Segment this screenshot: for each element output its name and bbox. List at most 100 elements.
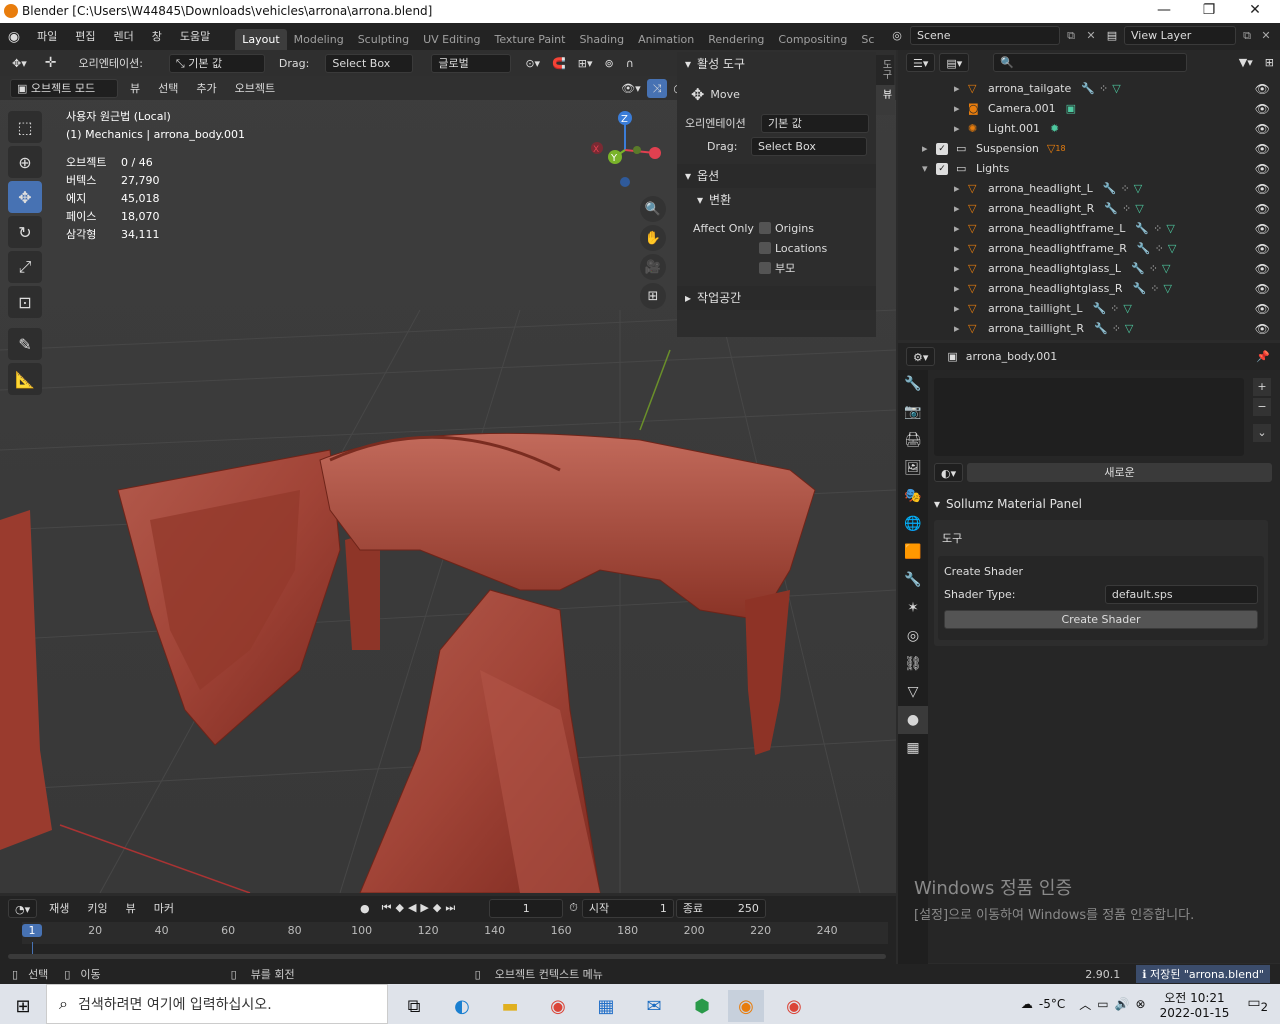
modifier-icon[interactable]: 🔧 — [1133, 279, 1147, 299]
menu-item[interactable]: 렌더 — [105, 23, 143, 50]
outliner-row[interactable]: ▸ ◙ Camera.001 ▣ 👁 — [898, 99, 1280, 119]
vertex-groups-icon[interactable]: ⁘ — [1155, 239, 1164, 259]
expand-arrow-icon[interactable]: ▸ — [954, 319, 968, 339]
rotate-icon[interactable]: ↻ — [8, 216, 42, 248]
transform-orientation-select[interactable]: 글로벌 — [431, 53, 512, 73]
snap-target-icon[interactable]: ⊞▾ — [572, 54, 599, 73]
mesh-data-icon[interactable]: ▽ — [1168, 239, 1176, 259]
modifier-icon[interactable]: 🔧 — [1094, 319, 1108, 339]
eye-icon[interactable]: 👁 — [1255, 299, 1270, 319]
close-button[interactable]: ✕ — [1232, 2, 1278, 18]
mute-icon[interactable]: ⊗ — [1136, 997, 1146, 1011]
expand-arrow-icon[interactable]: ▸ — [954, 239, 968, 259]
view-layer-selector[interactable]: View Layer — [1124, 26, 1236, 45]
annotate-icon[interactable]: ✎ — [8, 328, 42, 360]
render-icon[interactable]: 📷 — [898, 398, 928, 426]
edge-icon[interactable]: ◐ — [444, 990, 480, 1022]
tool-icon[interactable]: 🔧 — [898, 370, 928, 398]
cursor-icon[interactable]: ⊕ — [8, 146, 42, 178]
timeline-menu-item[interactable]: 재생 — [43, 899, 75, 918]
new-collection-icon[interactable]: ⊞ — [1259, 53, 1280, 72]
orientation-select[interactable]: ⤡ 기본 값 — [168, 53, 265, 73]
vertex-groups-icon[interactable]: ⁘ — [1112, 319, 1121, 339]
mesh-data-icon[interactable]: ▽ — [1166, 219, 1174, 239]
active-tool-header[interactable]: ▾ 활성 도구 — [677, 52, 876, 76]
move-tool-row[interactable]: ✥ Move — [677, 76, 876, 112]
drag-select[interactable]: Select Box — [325, 53, 414, 73]
locations-checkbox[interactable] — [759, 242, 771, 254]
task-view-icon[interactable]: ⧉ — [396, 990, 432, 1022]
blender-taskbar-icon[interactable]: ◉ — [728, 990, 764, 1022]
expand-arrow-icon[interactable]: ▸ — [954, 259, 968, 279]
scene-selector[interactable]: Scene — [910, 26, 1060, 45]
expand-arrow-icon[interactable]: ▸ — [954, 99, 968, 119]
proportional-edit-icon[interactable]: ⊚ — [599, 54, 620, 73]
gizmo-icon[interactable]: ⤨ — [646, 78, 668, 98]
expand-arrow-icon[interactable]: ▸ — [954, 199, 968, 219]
blender-menu-icon[interactable]: ◉ — [0, 29, 28, 45]
menu-item[interactable]: 창 — [143, 23, 171, 50]
mesh-data-icon[interactable]: ▽ — [1123, 299, 1131, 319]
timeline-menu-item[interactable]: 키잉 — [81, 899, 113, 918]
vertex-groups-icon[interactable]: ⁘ — [1120, 179, 1129, 199]
new-material-button[interactable]: 새로운 — [967, 462, 1272, 482]
keyframe-dot-icon[interactable]: ● — [360, 902, 370, 915]
grid-icon[interactable]: ⊞ — [640, 283, 666, 309]
outliner-row[interactable]: ▸ ▽ arrona_headlightglass_L 🔧 ⁘ ▽ 👁 — [898, 259, 1280, 279]
timeline-scrollbar[interactable] — [8, 954, 886, 959]
taskbar-search[interactable]: ⌕ 검색하려면 여기에 입력하십시오. — [46, 984, 388, 1024]
vertex-groups-icon[interactable]: ⁘ — [1122, 199, 1131, 219]
stopwatch-icon[interactable]: ⏱ — [569, 901, 578, 915]
pan-hand-icon[interactable]: ✋ — [640, 225, 666, 251]
material-browse-icon[interactable]: ◐▾ — [934, 462, 964, 482]
tool-mode-icon[interactable]: ✥▾ — [6, 54, 33, 73]
expand-arrow-icon[interactable]: ▸ — [954, 279, 968, 299]
copy-icon[interactable]: ⧉ — [1060, 29, 1082, 43]
view-layer-icon[interactable]: ▤ — [1100, 29, 1124, 42]
modifier-icon[interactable]: 🔧 — [1104, 199, 1118, 219]
tab-view[interactable]: 뷰 — [876, 85, 895, 115]
viewport-menu-item[interactable]: 오브젝트 — [229, 79, 281, 98]
scene-icon[interactable]: ◎ — [884, 29, 910, 42]
timeline-menu-item[interactable]: 뷰 — [120, 899, 142, 918]
maximize-button[interactable]: ❐ — [1186, 2, 1232, 18]
tab-workspace[interactable]: Animation — [631, 29, 701, 50]
expand-arrow-icon[interactable]: ▸ — [922, 139, 936, 159]
playhead-line[interactable] — [32, 942, 33, 954]
tab-workspace[interactable]: Modeling — [287, 29, 351, 50]
current-frame-field[interactable]: 1 — [489, 898, 564, 918]
clock[interactable]: 오전 10:21 2022-01-15 — [1160, 989, 1230, 1020]
modifier-icon[interactable]: 🔧 — [1137, 239, 1151, 259]
chrome-icon[interactable]: ◉ — [776, 990, 812, 1022]
eye-icon[interactable]: 👁 — [1255, 239, 1270, 259]
eye-icon[interactable]: 👁 — [1255, 99, 1270, 119]
tab-workspace[interactable]: Texture Paint — [487, 29, 572, 50]
eye-icon[interactable]: 👁 — [1255, 219, 1270, 239]
mesh-data-icon[interactable]: ▽ — [1162, 259, 1170, 279]
outliner-row[interactable]: ▸ ▽ arrona_tailgate 🔧 ⁘ ▽ 👁 — [898, 79, 1280, 99]
expand-arrow-icon[interactable]: ▸ — [954, 299, 968, 319]
collection-checkbox[interactable]: ✓ — [936, 163, 948, 175]
shader-type-select[interactable]: default.sps — [1104, 584, 1258, 604]
timeline-menu-item[interactable]: 마커 — [148, 899, 180, 918]
vertex-groups-icon[interactable]: ⁘ — [1099, 79, 1108, 99]
slot-menu-icon[interactable]: ⌄ — [1253, 424, 1271, 442]
eye-icon[interactable]: 👁 — [1255, 319, 1270, 339]
outliner-row[interactable]: ▸ ▽ arrona_headlightglass_R 🔧 ⁘ ▽ 👁 — [898, 279, 1280, 299]
copy-icon[interactable]: ⧉ — [1236, 29, 1258, 43]
expand-arrow-icon[interactable]: ▸ — [954, 179, 968, 199]
playback-controls-icon[interactable]: ⏮◆◀▶◆⏭ — [382, 901, 460, 915]
material-slot-list[interactable] — [934, 378, 1244, 456]
tab-workspace[interactable]: Shading — [572, 29, 631, 50]
eye-icon[interactable]: 👁 — [1255, 159, 1270, 179]
tab-workspace[interactable]: Sc — [854, 29, 881, 50]
app-icon[interactable]: ⬢ — [684, 990, 720, 1022]
world-icon[interactable]: 🌐 — [898, 510, 928, 538]
origins-checkbox[interactable] — [759, 222, 771, 234]
minimize-button[interactable]: — — [1141, 2, 1187, 18]
mail-icon[interactable]: ✉ — [636, 990, 672, 1022]
file-explorer-icon[interactable]: ▬ — [492, 990, 528, 1022]
viewport-menu-item[interactable]: 선택 — [152, 79, 184, 98]
vertex-groups-icon[interactable]: ⁘ — [1150, 279, 1159, 299]
mesh-data-icon[interactable]: ▽ — [898, 678, 928, 706]
